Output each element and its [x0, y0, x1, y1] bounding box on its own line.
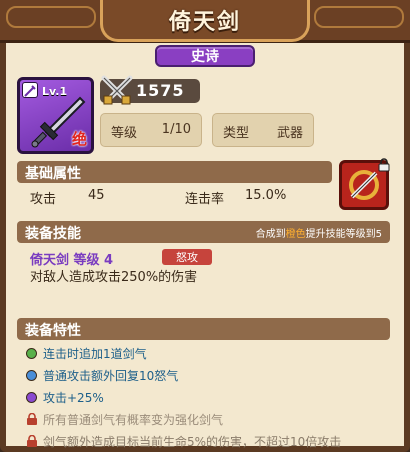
header-ornament-right: [314, 6, 404, 28]
item-icon[interactable]: Lv.1 绝: [17, 77, 94, 154]
traits-title: 装备特性: [25, 323, 81, 339]
trait-item: 连击时追加1道剑气: [26, 344, 147, 362]
level-info: 等级 1/10: [100, 113, 202, 147]
skill-tag: 怒攻: [162, 249, 212, 265]
trait-item: 攻击+25%: [26, 388, 104, 406]
lock-icon: [27, 434, 37, 447]
skill-upgrade-note: 合成到橙色提升技能等级到5: [255, 229, 382, 240]
skill-title: 装备技能: [25, 226, 81, 242]
rarity-badge: 史诗: [155, 45, 255, 67]
trait-text: 剑气额外造成目标当前生命5%的伤害，不超过10倍攻击: [43, 434, 342, 449]
crit-label: 连击率: [185, 192, 225, 207]
power-value: 1575: [136, 81, 185, 100]
trait-item: 普通攻击额外回复10怒气: [26, 366, 178, 384]
trait-text: 连击时追加1道剑气: [43, 346, 147, 361]
type-value: 武器: [276, 126, 303, 141]
crit-value: 15.0%: [245, 188, 287, 203]
trait-text: 所有普通剑气有概率变为强化剑气: [43, 412, 224, 427]
trait-dot-icon: [26, 369, 37, 381]
grade-mark: 绝: [71, 130, 87, 148]
lock-icon: [27, 412, 37, 425]
skill-description: 对敌人造成攻击250%的伤害: [30, 270, 198, 285]
trait-dot-icon: [26, 391, 37, 403]
trait-dot-icon: [26, 347, 37, 359]
base-attrs-header: 基础属性: [17, 161, 332, 183]
level-label: 等级: [111, 126, 138, 141]
title-plate: 倚天剑: [100, 0, 310, 42]
base-attrs-title: 基础属性: [25, 166, 81, 182]
trait-text: 普通攻击额外回复10怒气: [43, 368, 179, 383]
trait-item-locked: 所有普通剑气有概率变为强化剑气: [26, 410, 223, 428]
traits-header: 装备特性: [17, 318, 390, 340]
skill-header: 装备技能 合成到橙色提升技能等级到5: [17, 221, 390, 243]
attack-value: 45: [88, 188, 105, 203]
trait-item-locked: 剑气额外造成目标当前生命5%的伤害，不超过10倍攻击: [26, 432, 341, 450]
lock-icon: [378, 158, 390, 172]
header-ornament-left: [6, 6, 96, 28]
item-title: 倚天剑: [168, 9, 241, 35]
attack-label: 攻击: [30, 192, 57, 207]
level-value: 1/10: [161, 122, 191, 137]
type-label: 类型: [223, 126, 250, 141]
trait-text: 攻击+25%: [43, 390, 104, 405]
type-info: 类型 武器: [212, 113, 314, 147]
crossed-swords-icon: [101, 75, 133, 105]
